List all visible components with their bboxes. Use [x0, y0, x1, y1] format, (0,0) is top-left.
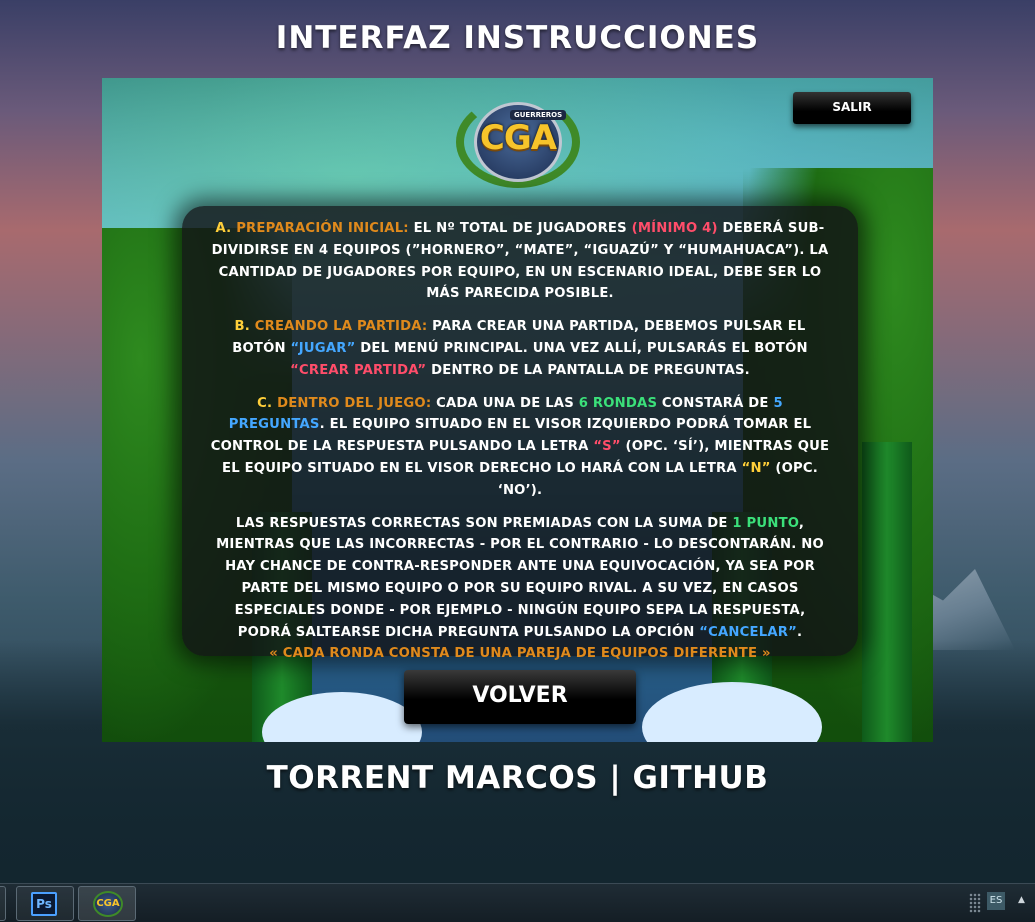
instruction-d: LAS RESPUESTAS CORRECTAS SON PREMIADAS C…	[208, 513, 832, 666]
instruction-b: B. CREANDO LA PARTIDA: PARA CREAR UNA PA…	[208, 316, 832, 381]
instruction-c: C. DENTRO DEL JUEGO: CADA UNA DE LAS 6 R…	[208, 393, 832, 502]
instruction-d-text-2: , MIENTRAS QUE LAS INCORRECTAS - POR EL …	[216, 515, 824, 640]
instruction-c-highlight-3: “S”	[593, 439, 621, 455]
taskbar: Ps CGA ES ▲	[0, 883, 1035, 922]
language-indicator[interactable]: ES	[987, 892, 1005, 910]
cga-logo: CGA GUERREROS	[456, 96, 580, 188]
pillar-far-right	[862, 442, 912, 742]
instruction-a-text-1: EL Nº TOTAL DE JUGADORES	[408, 221, 632, 236]
instruction-a-highlight-1: (MÍNIMO 4)	[631, 221, 718, 236]
instruction-c-highlight-4: “N”	[741, 460, 771, 476]
exit-button[interactable]: SALIR	[793, 92, 911, 124]
instruction-c-text-1: CADA UNA DE LAS	[431, 395, 579, 411]
tray-grid-icon[interactable]	[969, 893, 981, 913]
photoshop-icon: Ps	[31, 892, 57, 916]
instruction-d-highlight-2: “CANCELAR”	[699, 624, 797, 640]
taskbar-app-cga[interactable]: CGA	[78, 886, 136, 921]
instruction-d-text-3: .	[796, 624, 803, 640]
instruction-b-text-2: DEL MENÚ PRINCIPAL. UNA VEZ ALLÍ, PULSAR…	[355, 340, 808, 356]
logo-badge: GUERREROS	[510, 110, 567, 120]
logo-title: CGA	[479, 118, 557, 158]
instruction-c-text-2: CONSTARÁ DE	[657, 395, 774, 411]
taskbar-start-edge[interactable]	[0, 886, 6, 921]
instruction-c-highlight-1: 6 RONDAS	[578, 395, 658, 411]
instruction-closing: « CADA RONDA CONSTA DE UNA PAREJA DE EQU…	[269, 646, 771, 662]
page-title: INTERFAZ INSTRUCCIONES	[275, 20, 760, 56]
taskbar-app-photoshop[interactable]: Ps	[16, 886, 74, 921]
instruction-b-prefix: B.	[234, 319, 250, 335]
footer-credit[interactable]: TORRENT MARCOS | GITHUB	[0, 760, 1035, 796]
instruction-b-heading: CREANDO LA PARTIDA:	[254, 319, 428, 335]
instructions-panel: A. PREPARACIÓN INICIAL: EL Nº TOTAL DE J…	[182, 206, 858, 661]
instruction-c-prefix: C.	[257, 395, 273, 411]
instruction-a-prefix: A.	[215, 221, 232, 236]
instruction-b-highlight-2: “CREAR PARTIDA”	[290, 362, 427, 378]
tray-up-arrow-icon[interactable]: ▲	[1018, 895, 1025, 905]
instruction-d-text-1: LAS RESPUESTAS CORRECTAS SON PREMIADAS C…	[235, 515, 733, 531]
back-button[interactable]: VOLVER	[404, 670, 636, 724]
instruction-b-highlight-1: “JUGAR”	[290, 340, 356, 356]
instruction-a-heading: PREPARACIÓN INICIAL:	[236, 221, 409, 236]
game-window: CGA GUERREROS SALIR A. PREPARACIÓN INICI…	[102, 78, 933, 742]
instruction-c-heading: DENTRO DEL JUEGO:	[277, 395, 432, 411]
instruction-d-highlight-1: 1 PUNTO	[732, 515, 799, 531]
cga-app-icon: CGA	[93, 891, 123, 917]
instruction-a: A. PREPARACIÓN INICIAL: EL Nº TOTAL DE J…	[208, 218, 832, 305]
instruction-b-text-3: DENTRO DE LA PANTALLA DE PREGUNTAS.	[426, 362, 750, 378]
